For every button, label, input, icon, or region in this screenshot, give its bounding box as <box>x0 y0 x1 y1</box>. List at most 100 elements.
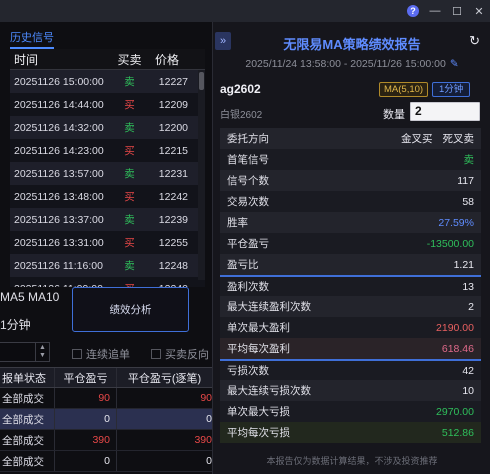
signal-price: 12215 <box>158 144 188 157</box>
metrics-header-row: 委托方向 金叉买 死叉卖 <box>220 128 481 149</box>
signal-price: 12227 <box>158 75 188 88</box>
table-row[interactable]: 20251126 14:32:00 卖 12200 <box>10 116 205 139</box>
metric-row: 最大连续盈利次数 2 <box>220 296 481 317</box>
period-badge: 1分钟 <box>432 82 471 97</box>
reverse-side-checkbox[interactable]: 买卖反向 <box>151 346 209 362</box>
reverse-side-checkbox-box[interactable] <box>151 349 161 359</box>
history-scrollbar[interactable] <box>198 70 205 280</box>
signal-price: 12255 <box>158 236 188 249</box>
maximize-icon: ☐ <box>452 5 462 18</box>
signal-time: 20251126 13:37:00 <box>14 213 104 226</box>
close-pnl-each: 0 <box>206 455 212 467</box>
table-row[interactable]: 20251126 14:23:00 买 12215 <box>10 139 205 162</box>
order-status: 全部成交 <box>0 409 55 429</box>
chase-order-checkbox[interactable]: 连续追单 <box>72 346 130 362</box>
quantity-stepper[interactable]: ▲ ▼ <box>0 342 50 362</box>
signal-time: 20251126 13:57:00 <box>14 167 104 180</box>
metric-label: 胜率 <box>227 217 248 229</box>
report-title: 无限易MA策略绩效报告 <box>283 37 421 52</box>
signal-price: 12248 <box>158 259 188 272</box>
table-row[interactable]: 20251126 15:00:00 卖 12227 <box>10 70 205 93</box>
metric-row: 单次最大盈利 2190.00 <box>220 317 481 338</box>
column-header-side[interactable]: 买卖 <box>113 51 146 68</box>
column-header-time[interactable]: 时间 <box>10 51 113 68</box>
chase-order-label: 连续追单 <box>86 349 130 361</box>
close-pnl: 0 <box>55 451 117 471</box>
history-table: 时间 买卖 价格 20251126 15:00:00 卖 12227 20251126… <box>10 49 205 287</box>
history-scrollbar-thumb[interactable] <box>199 72 204 90</box>
close-pnl: 90 <box>55 388 117 408</box>
report-panel: » 无限易MA策略绩效报告 ↻ 2025/11/24 13:58:00 - 20… <box>212 22 490 474</box>
signal-side: 卖 <box>124 214 135 226</box>
table-row[interactable]: 全部成交 90 90 <box>0 388 212 409</box>
minimize-button[interactable]: — <box>424 0 446 22</box>
close-pnl-each: 90 <box>200 392 212 404</box>
date-range: 2025/11/24 13:58:00 - 2025/11/26 15:00:0… <box>213 58 490 70</box>
quantity-input[interactable]: 2 <box>410 102 480 121</box>
signal-price: 12239 <box>158 213 188 226</box>
signal-time: 20251126 14:44:00 <box>14 98 104 111</box>
signal-side: 买 <box>124 145 135 157</box>
direction-label: 委托方向 <box>227 133 269 145</box>
table-row[interactable]: 20251126 14:44:00 买 12209 <box>10 93 205 116</box>
metric-label: 单次最大盈利 <box>227 322 290 334</box>
chase-order-checkbox-box[interactable] <box>72 349 82 359</box>
close-pnl: 390 <box>55 430 117 450</box>
close-pnl-each: 0 <box>206 413 212 425</box>
performance-analysis-button[interactable]: 绩效分析 <box>72 287 189 332</box>
ma-badge: MA(5,10) <box>379 82 429 97</box>
ma-parameters-label: MA5 MA10 <box>0 290 60 304</box>
metric-label: 平均每次盈利 <box>227 343 290 355</box>
metric-row: 首笔信号 卖 <box>220 149 481 170</box>
maximize-button[interactable]: ☐ <box>446 0 468 22</box>
history-table-body: 20251126 15:00:00 卖 12227 20251126 14:44:00… <box>10 70 205 287</box>
golden-cross-buy-label: 金叉买 <box>401 133 433 145</box>
metric-value: 2 <box>468 300 474 313</box>
table-row[interactable]: 全部成交 0 0 <box>0 451 212 472</box>
signal-price: 12209 <box>158 98 188 111</box>
signal-price: 12231 <box>158 167 188 180</box>
minimize-icon: — <box>429 5 441 17</box>
table-row[interactable]: 20251126 13:48:00 买 12242 <box>10 185 205 208</box>
metric-value: 117 <box>457 174 474 187</box>
metric-value: 2970.00 <box>436 405 474 418</box>
quantity-spin-icon[interactable]: ▲ ▼ <box>35 343 49 361</box>
left-panel: 历史信号 时间 买卖 价格 20251126 15:00:00 卖 12227 202… <box>0 22 212 474</box>
edit-date-icon[interactable]: ✎ <box>450 58 459 70</box>
metric-value: 10 <box>462 384 474 397</box>
metric-label: 平均每次亏损 <box>227 427 290 439</box>
signal-time: 20251126 13:48:00 <box>14 190 104 203</box>
help-button[interactable]: ? <box>402 0 424 22</box>
order-table-header: 报单状态 平仓盈亏 平仓盈亏(逐笔) <box>0 367 212 388</box>
tab-history-signals[interactable]: 历史信号 <box>10 29 54 49</box>
column-header-price[interactable]: 价格 <box>146 51 196 68</box>
close-button[interactable]: ✕ <box>468 0 490 22</box>
refresh-button[interactable]: ↻ <box>469 33 480 49</box>
table-row[interactable]: 20251126 11:09:00买12240 <box>10 277 205 287</box>
table-row[interactable]: 20251126 11:16:00 卖 12248 <box>10 254 205 277</box>
close-pnl-each: 390 <box>194 434 212 446</box>
column-header-close-pnl-each[interactable]: 平仓盈亏(逐笔) <box>117 368 212 387</box>
table-row[interactable]: 全部成交 390 390 <box>0 430 212 451</box>
table-row[interactable]: 20251126 13:57:00 卖 12231 <box>10 162 205 185</box>
metric-label: 信号个数 <box>227 175 269 187</box>
metric-value: 13 <box>462 280 474 293</box>
table-row[interactable]: 全部成交 0 0 <box>0 409 212 430</box>
metric-row: 盈亏比 1.21 <box>220 254 481 275</box>
metric-label: 首笔信号 <box>227 154 269 166</box>
metric-row: 信号个数 117 <box>220 170 481 191</box>
signal-time: 20251126 13:31:00 <box>14 236 104 249</box>
column-header-order-status[interactable]: 报单状态 <box>0 368 55 387</box>
table-row[interactable]: 20251126 13:37:00 卖 12239 <box>10 208 205 231</box>
metric-label: 平仓盈亏 <box>227 238 269 250</box>
signal-side: 买 <box>124 191 135 203</box>
reverse-side-label: 买卖反向 <box>165 349 209 361</box>
metric-label: 盈利次数 <box>227 281 269 293</box>
metric-row: 亏损次数 42 <box>220 359 481 380</box>
disclaimer: 本报告仅为数据计算结果，不涉及投资推荐 <box>266 456 438 466</box>
signal-side: 买 <box>124 99 135 111</box>
table-row[interactable]: 20251126 13:31:00 买 12255 <box>10 231 205 254</box>
metric-value: 618.46 <box>441 342 474 355</box>
column-header-close-pnl[interactable]: 平仓盈亏 <box>55 368 117 387</box>
metric-value: 卖 <box>463 154 475 166</box>
